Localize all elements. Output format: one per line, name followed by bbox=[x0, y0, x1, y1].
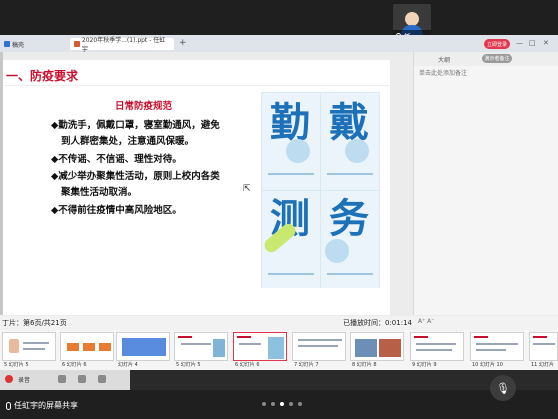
poster-panel: 务 bbox=[321, 191, 379, 288]
slide-thumbnail[interactable] bbox=[2, 332, 56, 361]
screen-icon[interactable] bbox=[98, 375, 106, 383]
rule-line: ◆不传谣、不信谣、理性对待。 bbox=[51, 154, 182, 165]
thumbnail-label: 9 幻灯片 9 bbox=[412, 362, 437, 368]
page-dot[interactable] bbox=[262, 402, 266, 406]
slide-page-counter: 丁片：第6页/共21页 bbox=[2, 319, 67, 327]
meeting-top-bar: 任... bbox=[0, 0, 558, 46]
maximize-button[interactable]: □ bbox=[529, 39, 536, 47]
notes-placeholder[interactable]: 单击此处添加备注 bbox=[419, 68, 467, 77]
slide-thumbnail[interactable] bbox=[350, 332, 404, 361]
poster-panel: 勤 bbox=[262, 93, 320, 190]
record-icon[interactable] bbox=[5, 375, 13, 383]
hand-wash-illustration bbox=[286, 139, 310, 163]
minimize-button[interactable]: — bbox=[516, 39, 523, 47]
slide-thumbnail-strip: 5 幻灯片 5 6 幻灯片 6 幻灯片 4 5 幻灯片 5 6 幻灯片 6 7 … bbox=[0, 330, 558, 370]
thumbnail-label: 6 幻灯片 6 bbox=[62, 362, 87, 368]
person-illustration bbox=[325, 239, 349, 263]
page-dot[interactable] bbox=[289, 402, 293, 406]
slide-thumbnail[interactable] bbox=[470, 332, 524, 361]
tab-home[interactable]: 稿壳 bbox=[0, 38, 46, 50]
rule-line: 到人群密集处，注意通风保暖。 bbox=[61, 136, 195, 147]
camera-icon[interactable] bbox=[78, 375, 86, 383]
poster-caption bbox=[268, 273, 314, 275]
new-tab-button[interactable]: + bbox=[179, 38, 187, 48]
mute-mic-button[interactable]: 🎙 bbox=[490, 375, 516, 401]
page-dot-active[interactable] bbox=[280, 402, 284, 406]
thumbnail-label: 5 幻灯片 5 bbox=[4, 362, 29, 368]
poster-char: 务 bbox=[329, 196, 369, 242]
mic-icon bbox=[6, 401, 11, 410]
page-dot[interactable] bbox=[298, 402, 302, 406]
poster-char: 勤 bbox=[270, 100, 310, 146]
slide-thumbnail[interactable] bbox=[116, 332, 170, 361]
meeting-window: 任... 稿壳 2020年秋季学...(1).ppt - 任虹宇 + 立即登录 … bbox=[0, 0, 558, 419]
slide-title: 一、防疫要求 bbox=[6, 69, 79, 83]
slide-thumbnail[interactable] bbox=[174, 332, 228, 361]
thumbnail-label: 8 幻灯片 8 bbox=[352, 362, 377, 368]
outline-tab[interactable]: 大纲 bbox=[438, 55, 450, 64]
title-divider bbox=[3, 85, 390, 86]
slide-status-bar: 丁片：第6页/共21页 已播放时间：0:01:14 A⁺ A⁻ bbox=[0, 316, 558, 330]
presenter-notes-button[interactable]: 演示者备注 bbox=[482, 54, 512, 63]
slide-thumbnail[interactable] bbox=[529, 332, 558, 361]
mask-illustration bbox=[345, 139, 369, 163]
thumbnail-label: 5 幻灯片 5 bbox=[176, 362, 201, 368]
avatar-head bbox=[405, 12, 419, 26]
slide-thumbnail-current[interactable] bbox=[233, 332, 287, 361]
shared-screen: 稿壳 2020年秋季学...(1).ppt - 任虹宇 + 立即登录 — □ ✕… bbox=[0, 35, 558, 390]
rule-line: ◆勤洗手，佩戴口罩，寝室勤通风，避免 bbox=[51, 120, 220, 131]
tab-ppt[interactable]: 2020年秋季学...(1).ppt - 任虹宇 bbox=[70, 37, 174, 53]
slide-thumbnail[interactable] bbox=[292, 332, 346, 361]
ppt-favicon-icon bbox=[74, 41, 80, 47]
page-indicator[interactable] bbox=[262, 402, 302, 406]
thumbnail-label: 幻灯片 4 bbox=[118, 362, 138, 368]
mic-muted-icon: 🎙 bbox=[496, 381, 510, 395]
browser-tab-bar: 稿壳 2020年秋季学...(1).ppt - 任虹宇 + 立即登录 — □ ✕ bbox=[0, 35, 558, 53]
epidemic-poster: 勤 戴 测 务 bbox=[261, 92, 380, 288]
speaker-icon[interactable] bbox=[58, 375, 66, 383]
rule-line: ◆不得前往疫情中高风险地区。 bbox=[51, 205, 182, 216]
poster-panel: 测 bbox=[262, 191, 320, 288]
font-size-controls[interactable]: A⁺ A⁻ bbox=[418, 318, 434, 325]
tab-favicon-icon bbox=[4, 41, 10, 47]
taskbar-strip: 录音 bbox=[0, 370, 130, 390]
poster-caption bbox=[327, 273, 373, 275]
mouse-cursor-icon: ⇱ bbox=[243, 184, 251, 194]
slide-subheading: 日常防疫规范 bbox=[115, 101, 173, 112]
meeting-bottom-bar: 任虹宇的屏幕共享 🎙 bbox=[0, 375, 558, 419]
rule-line: 聚集性活动取消。 bbox=[61, 187, 138, 198]
thumbnail-label: 7 幻灯片 7 bbox=[294, 362, 319, 368]
slide-canvas: 一、防疫要求 日常防疫规范 ◆勤洗手，佩戴口罩，寝室勤通风，避免 到人群密集处，… bbox=[3, 60, 390, 315]
page-dot[interactable] bbox=[271, 402, 275, 406]
poster-caption bbox=[327, 173, 373, 175]
poster-char: 戴 bbox=[329, 100, 369, 146]
thumbnail-label: 11 幻灯片 bbox=[531, 362, 554, 368]
screen-share-label: 任虹宇的屏幕共享 bbox=[6, 400, 78, 411]
poster-panel: 戴 bbox=[321, 93, 379, 190]
poster-caption bbox=[268, 173, 314, 175]
rule-line: ◆减少举办聚集性活动，原则上校内各类 bbox=[51, 171, 220, 182]
thumbnail-label: 6 幻灯片 6 bbox=[235, 362, 260, 368]
notes-panel: 大纲 演示者备注 单击此处添加备注 bbox=[413, 52, 558, 315]
slide-thumbnail[interactable] bbox=[60, 332, 114, 361]
thumbnail-label: 10 幻灯片 10 bbox=[472, 362, 503, 368]
login-button[interactable]: 立即登录 bbox=[484, 39, 510, 49]
elapsed-time: 已播放时间：0:01:14 bbox=[343, 319, 412, 327]
slide-thumbnail[interactable] bbox=[410, 332, 464, 361]
close-button[interactable]: ✕ bbox=[543, 39, 549, 47]
record-label: 录音 bbox=[18, 377, 31, 384]
